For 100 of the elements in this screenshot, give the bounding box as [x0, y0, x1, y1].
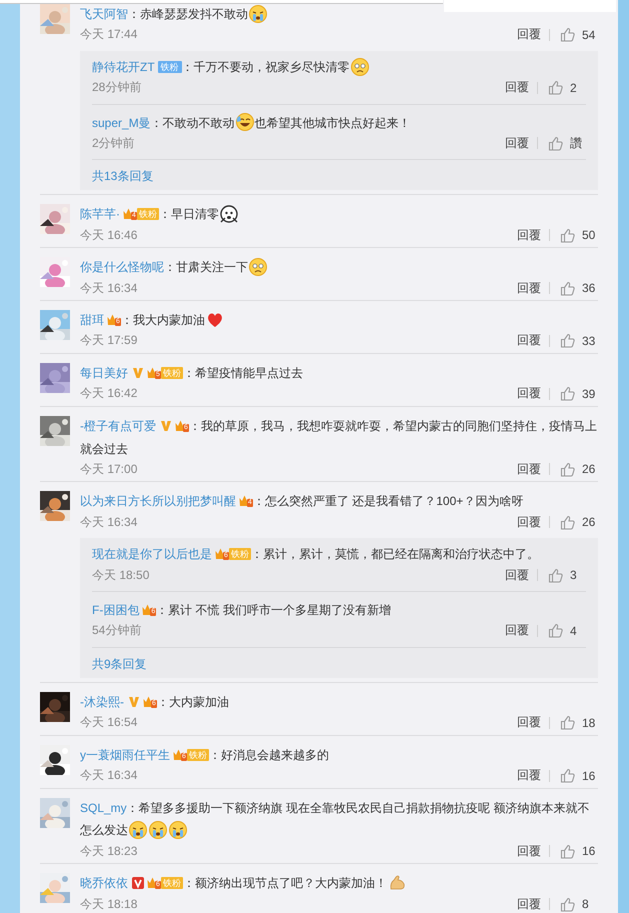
- username-link[interactable]: 静待花开ZT: [92, 60, 155, 74]
- timestamp: 今天 16:42: [80, 385, 138, 402]
- reply-link[interactable]: 回覆: [517, 226, 541, 244]
- username-link[interactable]: F-困困包: [92, 602, 140, 617]
- comment-text: ：怎么突然严重了 还是我看错了？100+？因为啥呀: [252, 494, 524, 508]
- crying-face-icon: [249, 4, 267, 23]
- thumbs-up-icon: [560, 27, 575, 42]
- thumbs-up-icon: [560, 280, 575, 296]
- comment-text: ：希望疫情能早点过去: [182, 366, 303, 380]
- reply-link[interactable]: 回覆: [517, 460, 541, 478]
- comment-text: ：好消息会越来越多的: [208, 748, 329, 762]
- like-count: 39: [582, 386, 596, 401]
- reply-link[interactable]: 回覆: [517, 714, 541, 732]
- username-link[interactable]: 晓乔依依: [80, 876, 128, 890]
- more-replies-link[interactable]: 共9条回复: [92, 648, 586, 672]
- thumbs-up-icon: [548, 80, 563, 96]
- crying-face-icon: [169, 821, 187, 840]
- comment-text: ：我的草原，我马，我想咋耍就咋耍，希望内蒙古的同胞们坚持住，疫情马上: [188, 418, 597, 433]
- username-link[interactable]: y一蓑烟雨任平生: [80, 748, 170, 762]
- fan-badge: 铁粉: [160, 366, 183, 379]
- comment-text: ：不敢动不敢动: [150, 115, 235, 130]
- username-link[interactable]: super_M曼: [92, 115, 151, 130]
- reply-link[interactable]: 回覆: [517, 26, 541, 44]
- reply-link[interactable]: 回覆: [517, 332, 541, 350]
- comment-text: ：赤峰瑟瑟发抖不敢动: [128, 6, 248, 21]
- like-count: 16: [582, 768, 596, 783]
- thumbs-up-icon: [560, 228, 575, 243]
- username-link[interactable]: -橙子有点可爱: [80, 418, 156, 433]
- comment-text: ：我大内蒙加油: [120, 312, 205, 327]
- timestamp: 今天 18:50: [92, 566, 150, 584]
- fan-badge: 铁粉: [228, 548, 251, 560]
- thumbs-up-icon: [560, 715, 575, 730]
- username-link[interactable]: 现在就是你了以后也是: [92, 547, 212, 562]
- reply-link[interactable]: 回覆: [517, 280, 541, 297]
- timestamp: 今天 16:34: [80, 280, 138, 297]
- sad-face-icon: [350, 58, 369, 76]
- timestamp: 54分钟前: [92, 622, 142, 640]
- fan-badge: 铁粉: [160, 877, 183, 890]
- timestamp: 今天 18:18: [80, 896, 138, 913]
- comment-text: ：累计，累计，莫慌，都已经在隔离和治疗状态中了。: [250, 547, 539, 562]
- flexed-arm-icon: [388, 874, 406, 892]
- reply-link[interactable]: 回覆: [517, 842, 541, 860]
- fan-badge: 铁粉: [158, 60, 182, 73]
- comment-text: ：大内蒙加油: [156, 694, 229, 709]
- crying-face-icon: [129, 821, 147, 840]
- username-link[interactable]: 陈芊芊·: [80, 207, 120, 222]
- sad-face-icon: [249, 258, 267, 276]
- thumbs-up-icon: [560, 514, 575, 530]
- scared-face-icon: [220, 205, 238, 224]
- fan-badge: 铁粉: [136, 208, 159, 220]
- like-count: 26: [582, 515, 596, 530]
- thumbs-up-icon: [560, 844, 575, 859]
- fan-badge: 铁粉: [186, 748, 209, 761]
- like-count: 36: [582, 281, 596, 296]
- reply-link[interactable]: 回覆: [517, 514, 541, 531]
- laughing-face-icon: [236, 113, 254, 132]
- more-replies-link[interactable]: 共13条回复: [92, 160, 586, 184]
- reply-link[interactable]: 回覆: [505, 622, 529, 640]
- comment-text: 就会过去: [80, 441, 128, 456]
- comment-text: ：额济纳出现节点了吧？大内蒙加油！: [182, 876, 387, 890]
- like-count: 2: [570, 80, 578, 95]
- timestamp: 今天 16:46: [80, 226, 138, 244]
- heart-icon: [206, 310, 224, 329]
- comment-text: ：千万不要动，祝家乡尽快清零: [182, 60, 350, 74]
- like-count: 18: [582, 716, 596, 730]
- username-link[interactable]: 甜珥: [80, 312, 104, 327]
- timestamp: 今天 17:44: [80, 26, 138, 44]
- thumbs-up-icon: [560, 462, 575, 477]
- like-count: 16: [582, 844, 596, 858]
- like-count: 讚: [570, 134, 583, 152]
- username-link[interactable]: 你是什么怪物呢: [80, 260, 164, 274]
- thumbs-up-icon: [548, 568, 563, 583]
- reply-link[interactable]: 回覆: [517, 385, 541, 402]
- username-link[interactable]: SQL_my: [80, 800, 127, 814]
- username-link[interactable]: -沐染熙-: [80, 694, 124, 709]
- like-count: 26: [582, 462, 596, 476]
- timestamp: 今天 18:23: [80, 842, 138, 860]
- like-count: 8: [582, 897, 590, 912]
- comment-text: ：希望多多援助一下额济纳旗 现在全靠牧民农民自己捐款捐物抗疫呢 额济纳旗本来就不: [126, 800, 590, 814]
- comment-text: 怎么发达: [80, 823, 128, 838]
- reply-link[interactable]: 回覆: [505, 566, 529, 584]
- thumbs-up-icon: [548, 136, 563, 151]
- reply-link[interactable]: 回覆: [517, 896, 541, 913]
- comment-text: ：甘肃关注一下: [164, 260, 248, 274]
- username-link[interactable]: 每日美好: [80, 366, 128, 380]
- reply-link[interactable]: 回覆: [505, 79, 529, 96]
- like-count: 50: [582, 228, 596, 242]
- thumbs-up-icon: [548, 623, 563, 638]
- timestamp: 今天 17:00: [80, 460, 138, 478]
- username-link[interactable]: 飞天阿智: [80, 6, 128, 21]
- timestamp: 2分钟前: [92, 134, 136, 152]
- username-link[interactable]: 以为来日方长所以别把梦叫醒: [80, 494, 236, 508]
- reply-link[interactable]: 回覆: [517, 767, 541, 784]
- thumbs-up-icon: [560, 768, 575, 784]
- comment-text: ：早日清零: [158, 207, 219, 222]
- like-count: 4: [570, 624, 578, 638]
- like-count: 33: [582, 334, 596, 348]
- timestamp: 今天 16:34: [80, 767, 138, 784]
- reply-link[interactable]: 回覆: [505, 134, 529, 152]
- timestamp: 今天 16:54: [80, 714, 138, 732]
